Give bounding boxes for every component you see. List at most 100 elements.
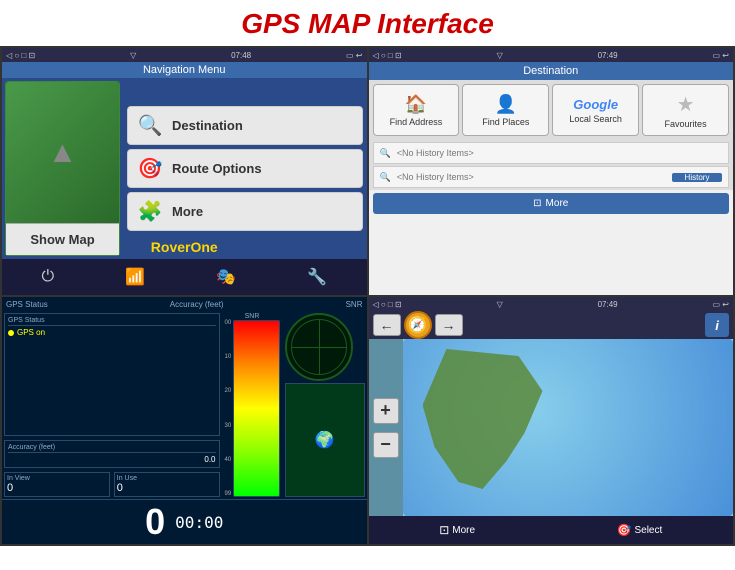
destination-buttons: 🏠 Find Address 👤 Find Places Google Loca… bbox=[369, 80, 734, 140]
screen3-accuracy-header: Accuracy (feet) bbox=[170, 300, 224, 309]
satellite-counts: In View 0 In Use 0 bbox=[2, 470, 222, 499]
nav-item-more[interactable]: 🧩 More bbox=[127, 192, 363, 231]
map-more-icon: ⊡ bbox=[439, 523, 449, 537]
zoom-out-button[interactable]: − bbox=[373, 432, 399, 458]
theme-icon: 🎭 bbox=[216, 267, 236, 287]
snr-num-99: 99 bbox=[225, 491, 232, 497]
in-view-label: In View bbox=[7, 475, 107, 482]
route-options-icon: 🎯 bbox=[136, 156, 164, 181]
info-button[interactable]: i bbox=[705, 313, 729, 337]
in-use-panel: In Use 0 bbox=[114, 472, 220, 497]
map-bottom-toolbar: ⊡ More 🎯 Select bbox=[369, 516, 734, 544]
screen2-signal: ▽ bbox=[497, 51, 503, 60]
snr-num-40: 40 bbox=[225, 457, 232, 463]
signal-icon: 📶 bbox=[125, 267, 145, 287]
find-places-label: Find Places bbox=[482, 117, 529, 127]
snr-numbers-col: 00 10 20 30 40 99 bbox=[225, 320, 234, 497]
screen2-status-bar: ◁ ○ □ ⊡ ▽ 07:49 ▭ ↩ bbox=[369, 48, 734, 62]
destination-title-bar: Destination bbox=[369, 62, 734, 80]
screen1-time: 07:48 bbox=[231, 51, 251, 60]
accuracy-panel: Accuracy (feet) 0.0 bbox=[4, 440, 220, 468]
nav-item-destination[interactable]: 🔍 Destination bbox=[127, 106, 363, 145]
map-zoom-controls: + − bbox=[369, 339, 403, 516]
favourites-icon: ★ bbox=[677, 92, 695, 117]
gps-status-panel: GPS Status GPS on bbox=[4, 313, 220, 436]
radar-v-line bbox=[319, 320, 320, 374]
history-row-2[interactable]: 🔍 <No History Items> History bbox=[373, 166, 730, 188]
screen1-title-bar: Navigation Menu bbox=[2, 62, 367, 78]
map-top-controls: ← 🧭 → i bbox=[369, 311, 734, 339]
screen3-status-bar: GPS Status Accuracy (feet) SNR bbox=[2, 297, 367, 311]
map-navigation-buttons: ← 🧭 → bbox=[373, 311, 463, 339]
screen-gps-status: GPS Status Accuracy (feet) SNR GPS Statu… bbox=[2, 297, 367, 544]
map-body: + − bbox=[369, 339, 734, 516]
favourites-button[interactable]: ★ Favourites bbox=[642, 84, 729, 136]
settings-icon[interactable]: 🔧 bbox=[307, 267, 327, 287]
snr-label: SNR bbox=[225, 313, 280, 320]
history-side-label: History bbox=[672, 173, 722, 182]
show-map-button[interactable]: Show Map bbox=[6, 223, 119, 255]
compass-button[interactable]: 🧭 bbox=[404, 311, 432, 339]
snr-scale: 00 10 20 30 40 99 bbox=[225, 320, 280, 497]
gps-dot bbox=[8, 330, 14, 336]
map-more-label: More bbox=[452, 525, 475, 536]
map-select-label: Select bbox=[634, 525, 662, 536]
gps-status-title: GPS Status bbox=[6, 300, 48, 309]
screen-destination: ◁ ○ □ ⊡ ▽ 07:49 ▭ ↩ Destination 🏠 Find A… bbox=[369, 48, 734, 295]
snr-color-bar bbox=[233, 320, 279, 497]
history-row-1[interactable]: 🔍 <No History Items> bbox=[373, 142, 730, 164]
history-clock-icon: 🔍 bbox=[380, 172, 391, 183]
screen-map-view: ◁ ○ □ ⊡ ▽ 07:49 ▭ ↩ ← 🧭 → i + − bbox=[369, 297, 734, 544]
map-arrow-right-button[interactable]: → bbox=[435, 314, 463, 336]
screen4-signal: ▽ bbox=[497, 300, 503, 309]
map-more-button[interactable]: ⊡ More bbox=[431, 521, 483, 539]
map-select-button[interactable]: 🎯 Select bbox=[609, 521, 671, 539]
dest-more-label: More bbox=[546, 198, 569, 209]
destination-icon: 🔍 bbox=[136, 113, 164, 138]
speed-display: 0 bbox=[145, 504, 165, 540]
find-places-icon: 👤 bbox=[495, 94, 517, 115]
snr-bar-panel: SNR 00 10 20 30 40 99 bbox=[225, 313, 280, 497]
power-icon[interactable]: ⏻ bbox=[42, 268, 55, 286]
find-address-label: Find Address bbox=[390, 117, 443, 127]
screen2-time: 07:49 bbox=[598, 51, 618, 60]
gps-left-panels: GPS Status GPS on Accuracy (feet) 0.0 In… bbox=[2, 311, 222, 499]
zoom-in-button[interactable]: + bbox=[373, 398, 399, 424]
screen2-left-icons: ◁ ○ □ ⊡ bbox=[373, 51, 402, 60]
continent-north-america bbox=[423, 349, 543, 489]
screen2-right-icons: ▭ ↩ bbox=[713, 51, 729, 60]
screen1-status-bar: ◁ ○ □ ⊡ ▽ 07:48 ▭ ↩ bbox=[2, 48, 367, 62]
map-select-icon: 🎯 bbox=[617, 523, 632, 537]
snr-num-00: 00 bbox=[225, 320, 232, 326]
destination-more-button[interactable]: ⊡ More bbox=[373, 193, 730, 214]
find-address-icon: 🏠 bbox=[405, 94, 427, 115]
snr-num-20: 20 bbox=[225, 388, 232, 394]
favourites-label: Favourites bbox=[665, 119, 707, 129]
nav-item-route-options[interactable]: 🎯 Route Options bbox=[127, 149, 363, 188]
screen1-left-icons: ◁ ○ □ ⊡ bbox=[6, 51, 35, 60]
speed-time-bar: 0 00:00 bbox=[2, 499, 367, 544]
local-search-button[interactable]: Google Local Search bbox=[552, 84, 639, 136]
gps-main-content: GPS Status GPS on Accuracy (feet) 0.0 In… bbox=[2, 311, 367, 499]
nav-bottom-toolbar: ⏻ 📶 🎭 🔧 bbox=[2, 259, 367, 295]
find-places-button[interactable]: 👤 Find Places bbox=[462, 84, 549, 136]
find-address-button[interactable]: 🏠 Find Address bbox=[373, 84, 460, 136]
local-search-label: Local Search bbox=[569, 114, 622, 124]
radar-speed-panel: 🌍 bbox=[285, 313, 365, 497]
nav-body: ▲ Show Map 🔍 Destination 🎯 Route Options… bbox=[2, 78, 367, 259]
nav-menu-list: 🔍 Destination 🎯 Route Options 🧩 More bbox=[123, 78, 367, 259]
in-use-value: 0 bbox=[117, 482, 217, 494]
screen3-snr-header: SNR bbox=[346, 300, 363, 309]
map-preview-icon: ▲ bbox=[48, 136, 78, 170]
route-options-label: Route Options bbox=[172, 161, 262, 176]
world-map-mini: 🌍 bbox=[285, 383, 365, 497]
map-arrow-left-button[interactable]: ← bbox=[373, 314, 401, 336]
accuracy-value-display: 0.0 bbox=[8, 455, 216, 464]
snr-num-10: 10 bbox=[225, 354, 232, 360]
in-view-value: 0 bbox=[7, 482, 107, 494]
gps-status-header: GPS Status bbox=[8, 317, 216, 326]
history-section: 🔍 <No History Items> 🔍 <No History Items… bbox=[369, 140, 734, 190]
gps-on-label: GPS on bbox=[17, 328, 45, 337]
history-search-icon: 🔍 bbox=[380, 148, 391, 159]
map-globe-view bbox=[403, 339, 734, 516]
